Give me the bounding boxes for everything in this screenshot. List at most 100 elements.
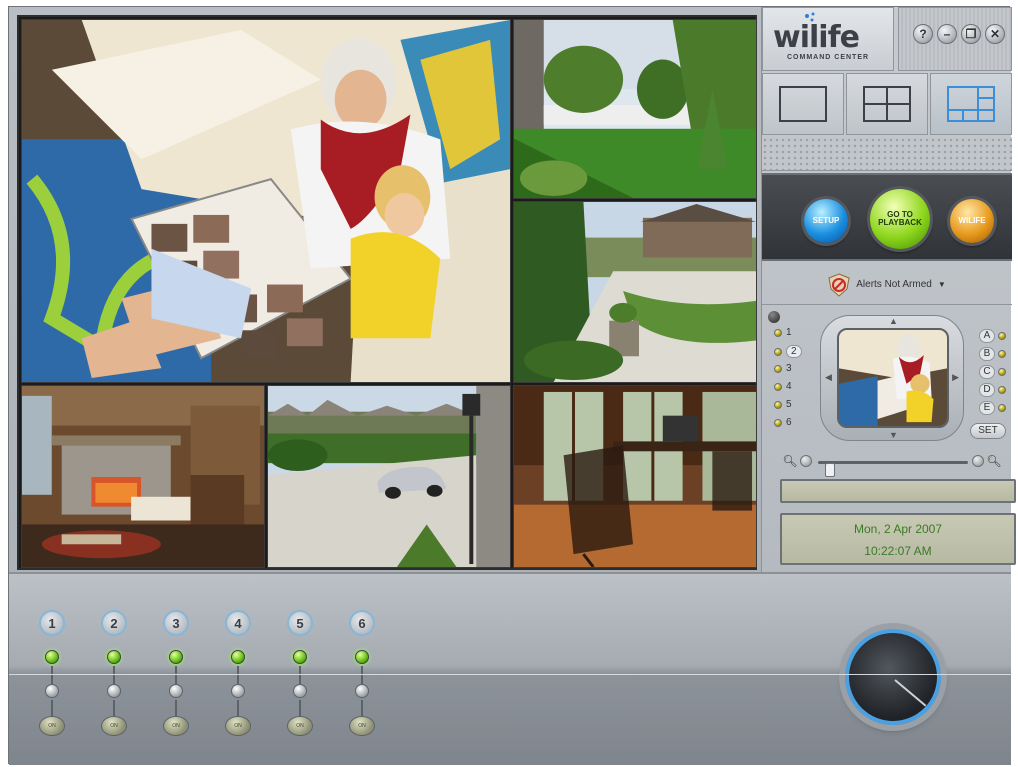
channel-1: 1 ON: [37, 610, 67, 750]
channel-knob[interactable]: [45, 684, 59, 698]
channel-control-strip: 1 ON 2 ON 3 ON 4 ON 5 ON 6 ON: [9, 572, 1011, 765]
date-text: Mon, 2 Apr 2007: [853, 522, 943, 536]
quad-view-button[interactable]: [846, 73, 928, 135]
connector-line: [113, 700, 115, 716]
wilife-button[interactable]: WILIFE: [950, 199, 994, 243]
camera-grid: [17, 15, 757, 570]
pan-left-arrow[interactable]: ◀: [825, 372, 832, 383]
channel-toggle-button[interactable]: ON: [163, 716, 189, 736]
single-view-icon: [779, 86, 827, 122]
channel-status-led: [355, 650, 369, 664]
channel-status-led: [293, 650, 307, 664]
action-bar: SETUP GO TO PLAYBACK WILIFE: [762, 173, 1012, 261]
preset-e[interactable]: E: [979, 401, 1006, 415]
set-preset-button[interactable]: SET: [970, 423, 1006, 439]
preset-led: [998, 368, 1006, 376]
camera-select-4[interactable]: 4: [774, 381, 792, 392]
alerts-shield-icon: [828, 272, 850, 297]
channel-toggle-button[interactable]: ON: [349, 716, 375, 736]
connector-line: [299, 700, 301, 716]
wilife-command-center-window: wilife COMMAND CENTER ? – ❐ ✕ SETUP GO T…: [8, 6, 1016, 765]
zoom-out-knob[interactable]: [800, 455, 812, 467]
channel-toggle-button[interactable]: ON: [101, 716, 127, 736]
logo: wilife COMMAND CENTER: [762, 7, 894, 71]
pan-up-arrow[interactable]: ▲: [889, 316, 898, 326]
camera-select-1[interactable]: 1: [774, 327, 792, 338]
camera-feed-6[interactable]: [513, 385, 757, 568]
channel-number-button[interactable]: 2: [101, 610, 127, 636]
channel-number-button[interactable]: 6: [349, 610, 375, 636]
connector-line: [175, 666, 177, 684]
camera-led: [774, 400, 782, 409]
channel-number-button[interactable]: 5: [287, 610, 313, 636]
channel-knob[interactable]: [107, 684, 121, 698]
channel-4: 4 ON: [223, 610, 253, 750]
connector-line: [237, 700, 239, 716]
window-controls: ? – ❐ ✕: [898, 7, 1012, 71]
jog-dial[interactable]: [845, 629, 941, 725]
channel-toggle-button[interactable]: ON: [225, 716, 251, 736]
go-to-playback-button[interactable]: GO TO PLAYBACK: [870, 189, 930, 249]
camera-select-2[interactable]: 2: [774, 345, 802, 358]
camera-select-5[interactable]: 5: [774, 399, 792, 410]
ptz-control: ▲ ▼ ◀ ▶: [820, 315, 964, 441]
channel-knob[interactable]: [293, 684, 307, 698]
help-icon[interactable]: ?: [913, 24, 933, 44]
zoom-in-knob[interactable]: [972, 455, 984, 467]
camera-feed-3[interactable]: [513, 201, 757, 383]
channel-number-button[interactable]: 4: [225, 610, 251, 636]
pan-right-arrow[interactable]: ▶: [952, 372, 959, 383]
zoom-in-icon[interactable]: 🔍︎: [986, 453, 1002, 469]
logo-text: wilife: [773, 20, 860, 55]
channel-knob[interactable]: [355, 684, 369, 698]
preset-a[interactable]: A: [979, 329, 1006, 343]
channel-toggle-button[interactable]: ON: [287, 716, 313, 736]
camera-feed-1[interactable]: [21, 19, 511, 383]
alerts-dropdown[interactable]: Alerts Not Armed ▼: [762, 265, 1012, 305]
setup-button[interactable]: SETUP: [804, 199, 848, 243]
preset-led: [998, 386, 1006, 394]
alerts-status-label: Alerts Not Armed: [856, 279, 932, 290]
channel-2: 2 ON: [99, 610, 129, 750]
connector-line: [51, 700, 53, 716]
zoom-slider-thumb[interactable]: [825, 463, 835, 477]
channel-number-button[interactable]: 1: [39, 610, 65, 636]
restore-icon[interactable]: ❐: [961, 24, 981, 44]
camera-icon[interactable]: [768, 311, 780, 323]
preset-led: [998, 404, 1006, 412]
camera-select-6[interactable]: 6: [774, 417, 792, 428]
camera-select-3[interactable]: 3: [774, 363, 792, 374]
channel-knob[interactable]: [169, 684, 183, 698]
camera-led: [774, 364, 782, 373]
connector-line: [361, 700, 363, 716]
preset-c[interactable]: C: [979, 365, 1006, 379]
zoom-slider-track[interactable]: [818, 461, 968, 477]
preset-led: [998, 350, 1006, 358]
preset-d[interactable]: D: [979, 383, 1006, 397]
preset-b[interactable]: B: [979, 347, 1006, 361]
datetime-display: Mon, 2 Apr 2007 10:22:07 AM: [780, 513, 1016, 565]
time-text: 10:22:07 AM: [864, 544, 932, 558]
channel-knob[interactable]: [231, 684, 245, 698]
camera-led: [774, 347, 782, 356]
six-view-button[interactable]: [930, 73, 1012, 135]
channel-toggle-button[interactable]: ON: [39, 716, 65, 736]
channel-6: 6 ON: [347, 610, 377, 750]
channel-number-button[interactable]: 3: [163, 610, 189, 636]
quad-view-icon: [863, 86, 911, 122]
channel-status-led: [45, 650, 59, 664]
dial-needle: [894, 679, 927, 707]
camera-feed-2[interactable]: [513, 19, 757, 199]
camera-feed-5[interactable]: [267, 385, 511, 568]
connector-line: [361, 666, 363, 684]
zoom-out-icon[interactable]: 🔍︎: [782, 453, 798, 469]
connector-line: [175, 700, 177, 716]
selected-camera-preview[interactable]: [837, 328, 949, 428]
camera-feed-4[interactable]: [21, 385, 265, 568]
camera-selector: 1 2 3 4 5 6 ▲ ▼ ◀ ▶ A B C D E SET: [762, 307, 1012, 447]
pan-down-arrow[interactable]: ▼: [889, 430, 898, 440]
minimize-icon[interactable]: –: [937, 24, 957, 44]
single-view-button[interactable]: [762, 73, 844, 135]
zoom-control: 🔍︎ 🔍︎: [782, 453, 1002, 477]
close-icon[interactable]: ✕: [985, 24, 1005, 44]
